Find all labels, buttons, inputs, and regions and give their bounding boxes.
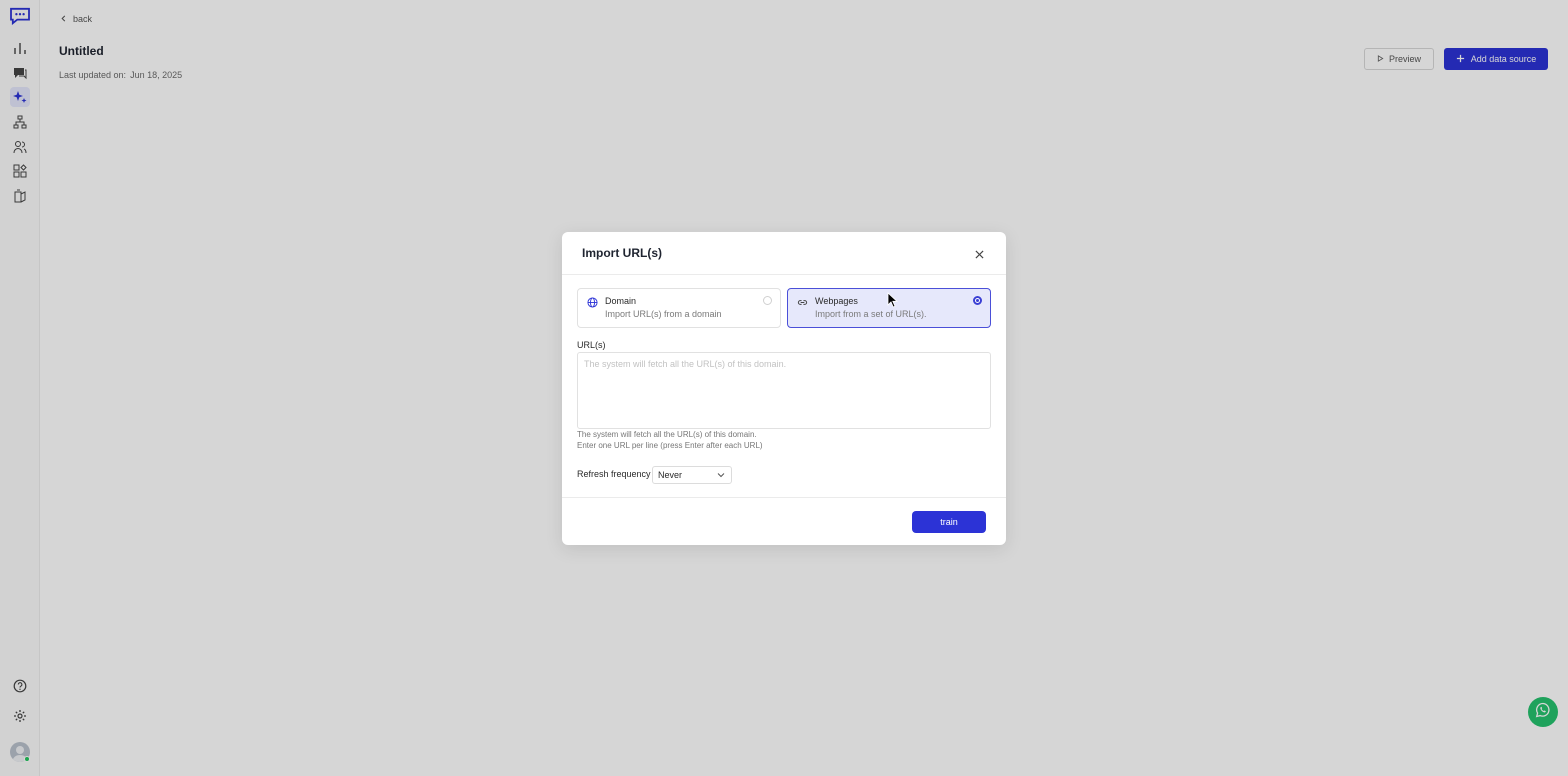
- option-domain-radio[interactable]: [763, 296, 772, 305]
- refresh-frequency-select[interactable]: Never: [652, 466, 732, 484]
- chevron-down-icon: [717, 471, 725, 479]
- url-help-text-1: The system will fetch all the URL(s) of …: [577, 430, 757, 439]
- option-webpages-radio[interactable]: [973, 296, 982, 305]
- option-domain[interactable]: Domain Import URL(s) from a domain: [577, 288, 781, 328]
- refresh-frequency-value: Never: [658, 470, 683, 480]
- divider: [562, 274, 1006, 275]
- link-icon: [796, 296, 808, 308]
- option-domain-desc: Import URL(s) from a domain: [605, 309, 722, 319]
- refresh-frequency-label: Refresh frequency: [577, 469, 651, 479]
- globe-icon: [586, 296, 598, 308]
- url-field-label: URL(s): [577, 340, 606, 350]
- modal-title: Import URL(s): [582, 246, 662, 260]
- train-button[interactable]: train: [912, 511, 986, 533]
- mouse-cursor-icon: [887, 292, 899, 308]
- divider: [562, 497, 1006, 498]
- option-webpages-desc: Import from a set of URL(s).: [815, 309, 927, 319]
- import-urls-modal: Import URL(s) Domain Import URL(s) from …: [562, 232, 1006, 545]
- close-icon[interactable]: [972, 247, 986, 261]
- option-webpages-title: Webpages: [815, 296, 858, 306]
- url-help-text-2: Enter one URL per line (press Enter afte…: [577, 441, 763, 450]
- option-domain-title: Domain: [605, 296, 637, 306]
- url-textarea[interactable]: [577, 352, 991, 429]
